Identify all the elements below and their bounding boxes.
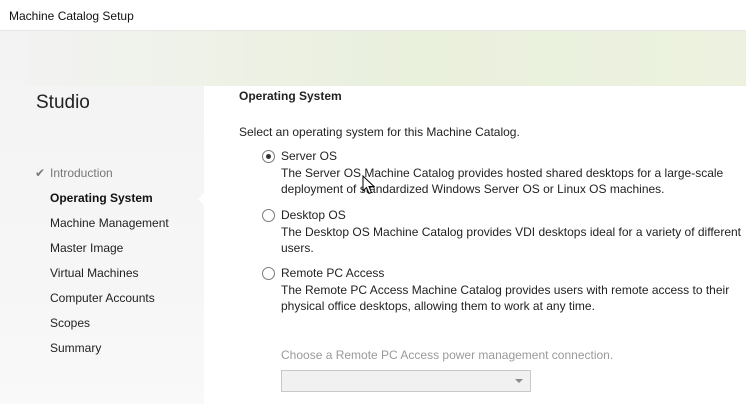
step-computer-accounts[interactable]: Computer Accounts xyxy=(0,290,204,315)
option-description: The Server OS Machine Catalog provides h… xyxy=(281,166,724,196)
checkmark-icon: ✔ xyxy=(35,166,46,180)
header-banner xyxy=(0,31,746,86)
prompt-text: Select an operating system for this Mach… xyxy=(239,125,520,139)
window-title: Machine Catalog Setup xyxy=(9,9,134,23)
step-label: Operating System xyxy=(50,191,153,205)
step-label: Machine Management xyxy=(50,216,169,230)
step-label: Virtual Machines xyxy=(50,266,139,280)
step-master-image[interactable]: Master Image xyxy=(0,240,204,265)
step-operating-system[interactable]: Operating System xyxy=(0,190,205,215)
mouse-pointer-icon xyxy=(362,175,376,195)
step-virtual-machines[interactable]: Virtual Machines xyxy=(0,265,204,290)
option-description: The Desktop OS Machine Catalog provides … xyxy=(281,225,742,255)
step-scopes[interactable]: Scopes xyxy=(0,315,204,340)
remote-pc-access-radio[interactable] xyxy=(262,267,275,280)
studio-brand: Studio xyxy=(36,92,90,113)
window-titlebar: Machine Catalog Setup xyxy=(0,0,746,31)
option-label[interactable]: Remote PC Access xyxy=(281,266,384,280)
step-label: Master Image xyxy=(50,241,124,255)
step-label: Introduction xyxy=(50,166,113,180)
section-title: Operating System xyxy=(239,89,342,103)
step-introduction[interactable]: ✔ Introduction xyxy=(0,165,204,190)
step-label: Summary xyxy=(50,341,102,355)
wizard-steps: ✔ Introduction Operating System Machine … xyxy=(0,165,205,365)
power-connection-label: Choose a Remote PC Access power manageme… xyxy=(281,348,614,362)
desktop-os-radio[interactable] xyxy=(262,209,275,222)
power-connection-select[interactable] xyxy=(281,370,531,392)
step-label: Computer Accounts xyxy=(50,291,155,305)
main-content: Operating System Select an operating sys… xyxy=(204,86,746,404)
step-machine-management[interactable]: Machine Management xyxy=(0,215,204,240)
option-label[interactable]: Desktop OS xyxy=(281,208,346,222)
server-os-radio[interactable] xyxy=(262,150,275,163)
option-description: The Remote PC Access Machine Catalog pro… xyxy=(281,283,730,313)
step-label: Scopes xyxy=(50,316,91,330)
option-label[interactable]: Server OS xyxy=(281,149,337,163)
wizard-sidebar: Studio ✔ Introduction Operating System M… xyxy=(0,86,205,404)
step-summary[interactable]: Summary xyxy=(0,340,204,365)
chevron-down-icon xyxy=(515,379,523,383)
